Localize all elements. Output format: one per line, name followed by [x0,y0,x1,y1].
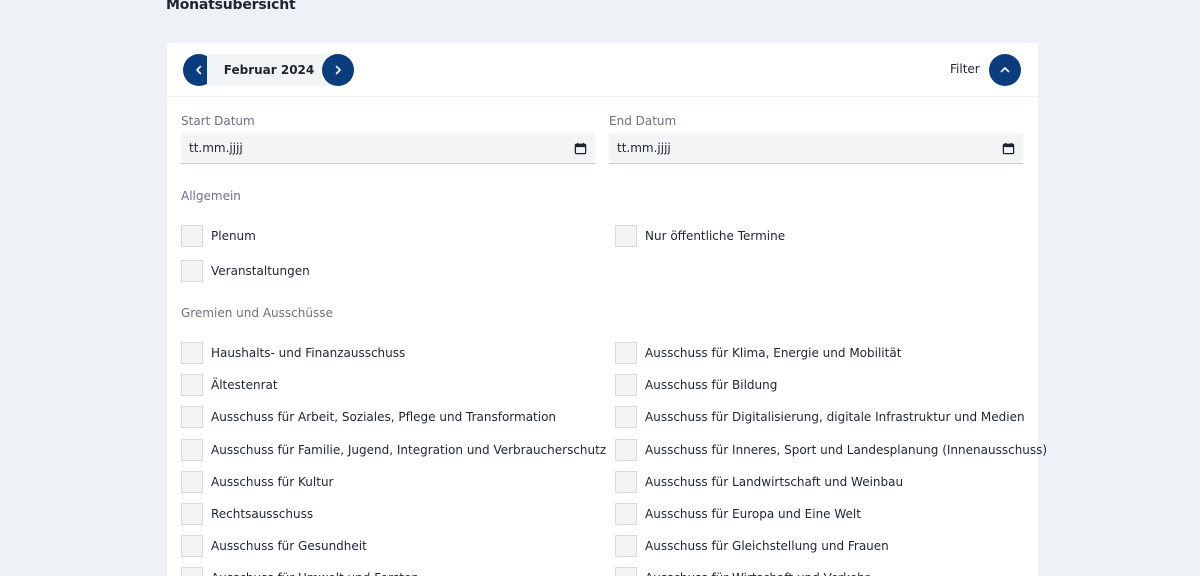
committee-checkbox-left[interactable]: Rechtsausschuss [181,503,313,525]
end-date-input[interactable]: tt.mm.jjjj [609,133,1023,164]
committee-checkbox-left[interactable]: Ausschuss für Arbeit, Soziales, Pflege u… [181,406,556,428]
section-title-allgemein: Allgemein [181,189,241,203]
current-month: Februar 2024 [207,54,331,86]
committee-checkbox-left[interactable]: Ausschuss für Gesundheit [181,535,367,557]
checkbox[interactable] [615,471,637,493]
checkbox-label: Ausschuss für Landwirtschaft und Weinbau [645,475,904,489]
checkbox-label: Ausschuss für Inneres, Sport und Landesp… [645,443,1048,457]
checkbox-label: Nur öffentliche Termine [645,229,786,243]
committee-checkbox-right[interactable]: Ausschuss für Klima, Energie und Mobilit… [615,342,901,364]
checkbox-label: Ausschuss für Bildung [645,378,778,392]
checkbox-label: Ausschuss für Digitalisierung, digitale … [645,410,1025,424]
checkbox[interactable] [181,406,203,428]
checkbox-label: Ausschuss für Kultur [211,475,334,489]
checkbox[interactable] [615,225,637,247]
committee-checkbox-right[interactable]: Ausschuss für Wirtschaft und Verkehr [615,567,870,576]
checkbox-label: Rechtsausschuss [211,507,314,521]
chevron-up-icon [1000,67,1010,73]
checkbox[interactable] [181,567,203,576]
calendar-icon[interactable] [1002,142,1015,155]
end-date-label: End Datum [609,114,677,128]
filter-card: Februar 2024 Filter Start Datum tt.mm.jj… [167,43,1047,576]
committee-checkbox-left[interactable]: Ausschuss für Kultur [181,471,333,493]
checkbox-label: Plenum [211,229,256,243]
committee-checkbox-right[interactable]: Ausschuss für Digitalisierung, digitale … [615,406,1025,428]
checkbox-veranstaltungen[interactable]: Veranstaltungen [181,260,310,282]
committee-checkbox-right[interactable]: Ausschuss für Bildung [615,374,777,396]
checkbox[interactable] [615,439,637,461]
checkbox[interactable] [181,471,203,493]
checkbox[interactable] [181,260,203,282]
checkbox[interactable] [181,503,203,525]
section-title-gremien: Gremien und Ausschüsse [181,306,333,320]
checkbox-label: Ältestenrat [211,378,278,392]
filter-toggle-button[interactable] [989,54,1021,86]
committee-checkbox-left[interactable]: Ausschuss für Umwelt und Forsten [181,567,419,576]
checkbox[interactable] [615,535,637,557]
checkbox-label: Ausschuss für Umwelt und Forsten [211,571,419,576]
checkbox[interactable] [181,374,203,396]
checkbox-label: Haushalts- und Finanzausschuss [211,346,406,360]
start-date-label: Start Datum [181,114,255,128]
committee-checkbox-right[interactable]: Ausschuss für Europa und Eine Welt [615,503,861,525]
checkbox-label: Veranstaltungen [211,264,310,278]
committee-checkbox-right[interactable]: Ausschuss für Gleichstellung und Frauen [615,535,889,557]
committee-checkbox-right[interactable]: Ausschuss für Landwirtschaft und Weinbau [615,471,903,493]
start-date-input[interactable]: tt.mm.jjjj [181,133,595,164]
checkbox[interactable] [181,342,203,364]
start-date-placeholder: tt.mm.jjjj [189,141,243,155]
checkbox[interactable] [181,439,203,461]
checkbox-label: Ausschuss für Gesundheit [211,539,367,553]
committee-checkbox-left[interactable]: Ausschuss für Familie, Jugend, Integrati… [181,439,606,461]
chevron-right-icon [335,65,341,75]
checkbox-label: Ausschuss für Europa und Eine Welt [645,507,861,521]
committee-checkbox-left[interactable]: Ältestenrat [181,374,278,396]
checkbox-label: Ausschuss für Familie, Jugend, Integrati… [211,443,607,457]
checkbox[interactable] [615,567,637,576]
checkbox-public-only[interactable]: Nur öffentliche Termine [615,225,785,247]
month-navigation: Februar 2024 Filter [167,43,1038,97]
checkbox-label: Ausschuss für Klima, Energie und Mobilit… [645,346,902,360]
checkbox[interactable] [615,374,637,396]
checkbox-plenum[interactable]: Plenum [181,225,256,247]
page-title: Monatsübersicht [166,0,296,13]
calendar-icon[interactable] [574,142,587,155]
checkbox[interactable] [181,535,203,557]
checkbox[interactable] [615,406,637,428]
committee-checkbox-right[interactable]: Ausschuss für Inneres, Sport und Landesp… [615,439,1047,461]
checkbox-label: Ausschuss für Arbeit, Soziales, Pflege u… [211,410,557,424]
checkbox-label: Ausschuss für Gleichstellung und Frauen [645,539,889,553]
checkbox[interactable] [615,503,637,525]
checkbox[interactable] [615,342,637,364]
filter-label: Filter [950,62,980,76]
chevron-left-icon [196,65,202,75]
end-date-placeholder: tt.mm.jjjj [617,141,671,155]
checkbox[interactable] [181,225,203,247]
committee-checkbox-left[interactable]: Haushalts- und Finanzausschuss [181,342,405,364]
next-month-button[interactable] [322,54,354,86]
checkbox-label: Ausschuss für Wirtschaft und Verkehr [645,571,870,576]
